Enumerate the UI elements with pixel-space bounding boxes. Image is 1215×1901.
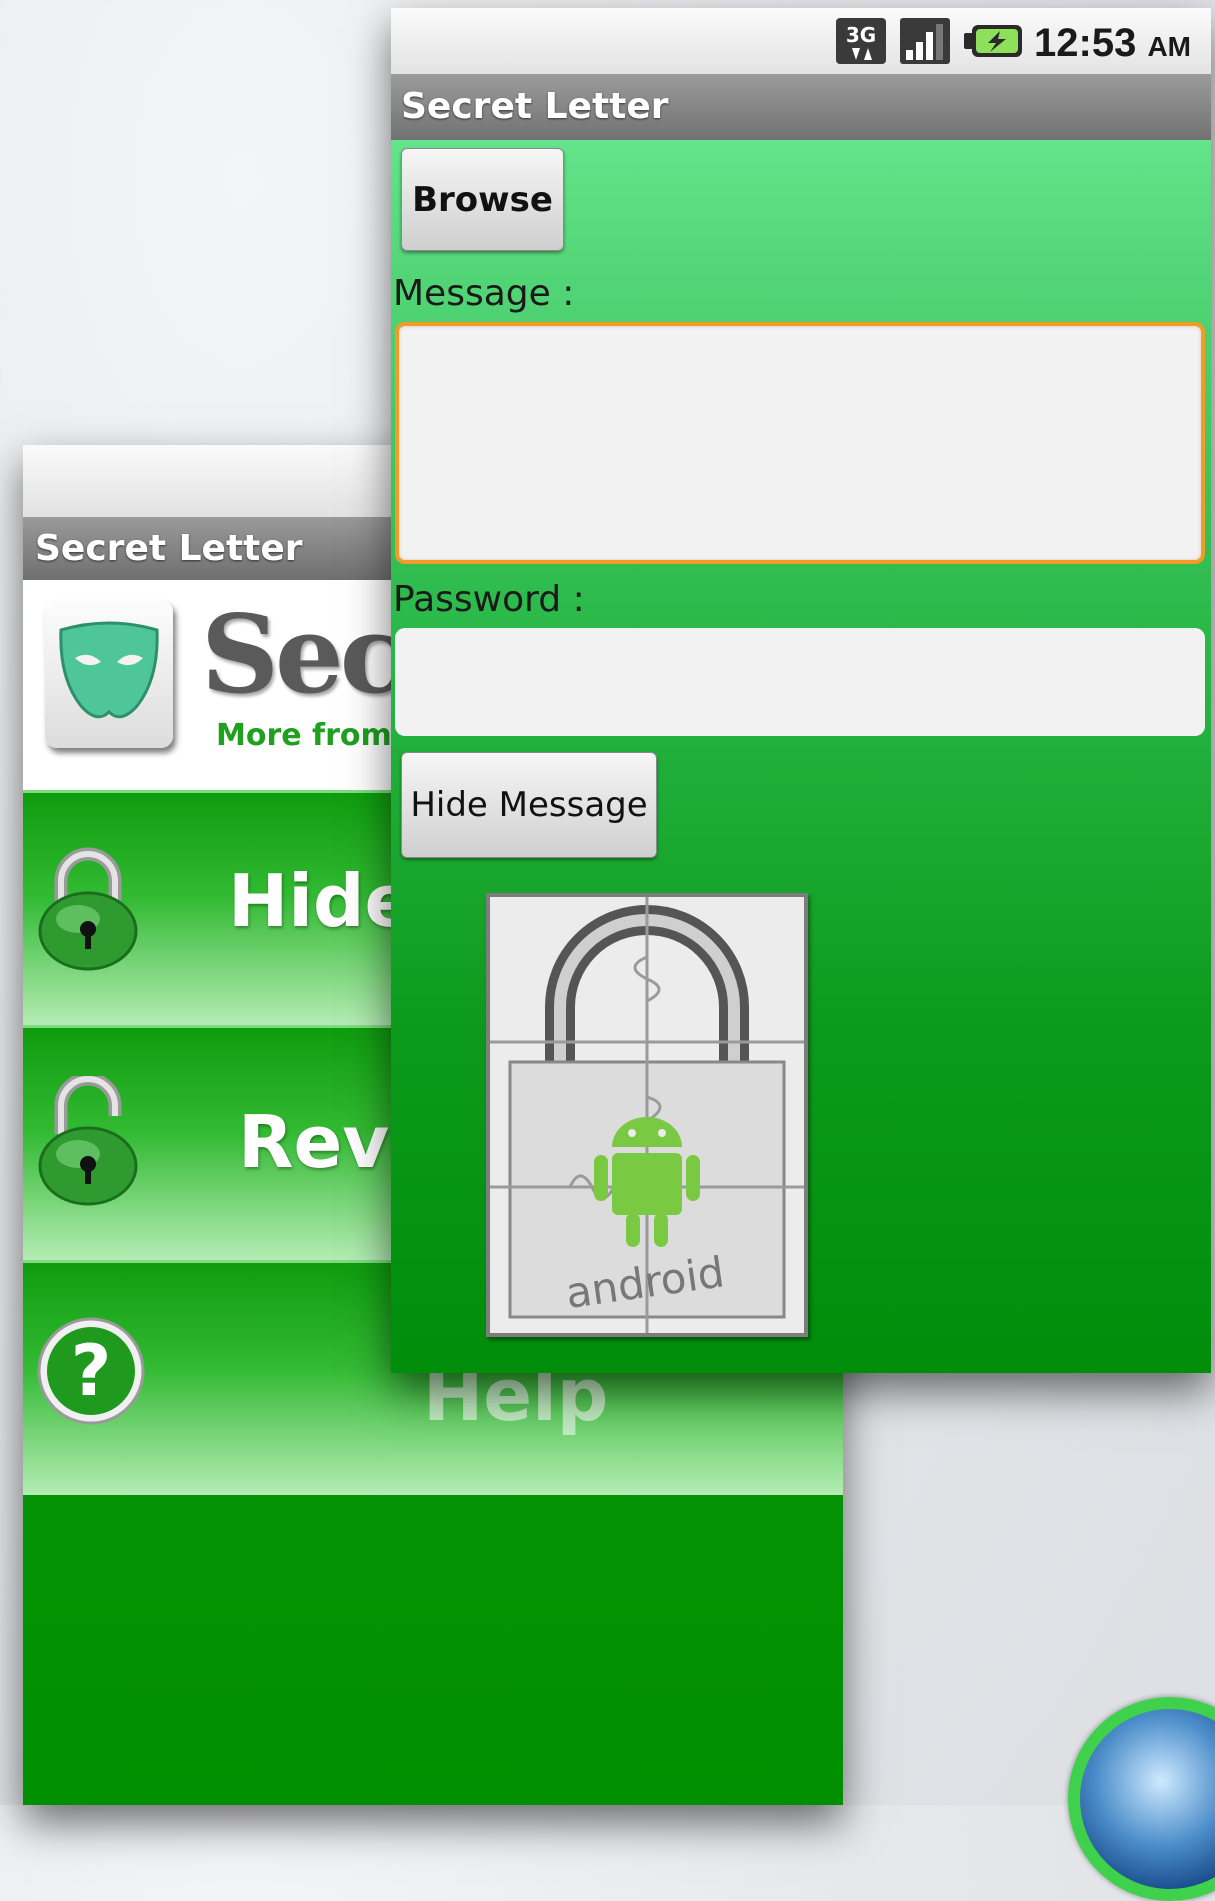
clock: 12:53 AM <box>1034 20 1191 65</box>
battery-charging-icon <box>962 21 1024 65</box>
message-field[interactable] <box>395 322 1205 564</box>
svg-text:?: ? <box>71 1330 112 1412</box>
svg-text:3G: 3G <box>846 23 876 47</box>
puzzle-lock-image: android <box>486 893 808 1337</box>
status-bar: 3G 12:53 AM <box>391 8 1211 74</box>
network-3g-icon: 3G <box>834 16 888 70</box>
password-label: Password : <box>393 579 585 620</box>
status-icons: 3G 12:53 AM <box>834 18 1191 68</box>
desktop-globe-icon <box>1068 1697 1215 1901</box>
signal-strength-icon <box>898 16 952 70</box>
browse-button[interactable]: Browse <box>401 148 564 251</box>
password-field[interactable] <box>395 628 1205 736</box>
password-input[interactable] <box>395 628 1205 736</box>
app-title-bar: Secret Letter <box>391 74 1211 140</box>
app-logo <box>45 600 173 748</box>
puzzle-lock-icon: android <box>490 897 804 1333</box>
hide-message-button[interactable]: Hide Message <box>401 752 657 858</box>
message-input[interactable] <box>399 326 1201 560</box>
lock-open-icon <box>33 1072 143 1210</box>
mask-icon <box>59 621 159 719</box>
lock-closed-icon <box>33 841 143 975</box>
help-icon: ? <box>33 1313 153 1437</box>
hide-message-screen: 3G 12:53 AM Secret Letter Browse Message… <box>391 8 1211 1373</box>
message-label: Message : <box>393 273 575 314</box>
menu-item-hide-label: Hide <box>228 859 414 943</box>
